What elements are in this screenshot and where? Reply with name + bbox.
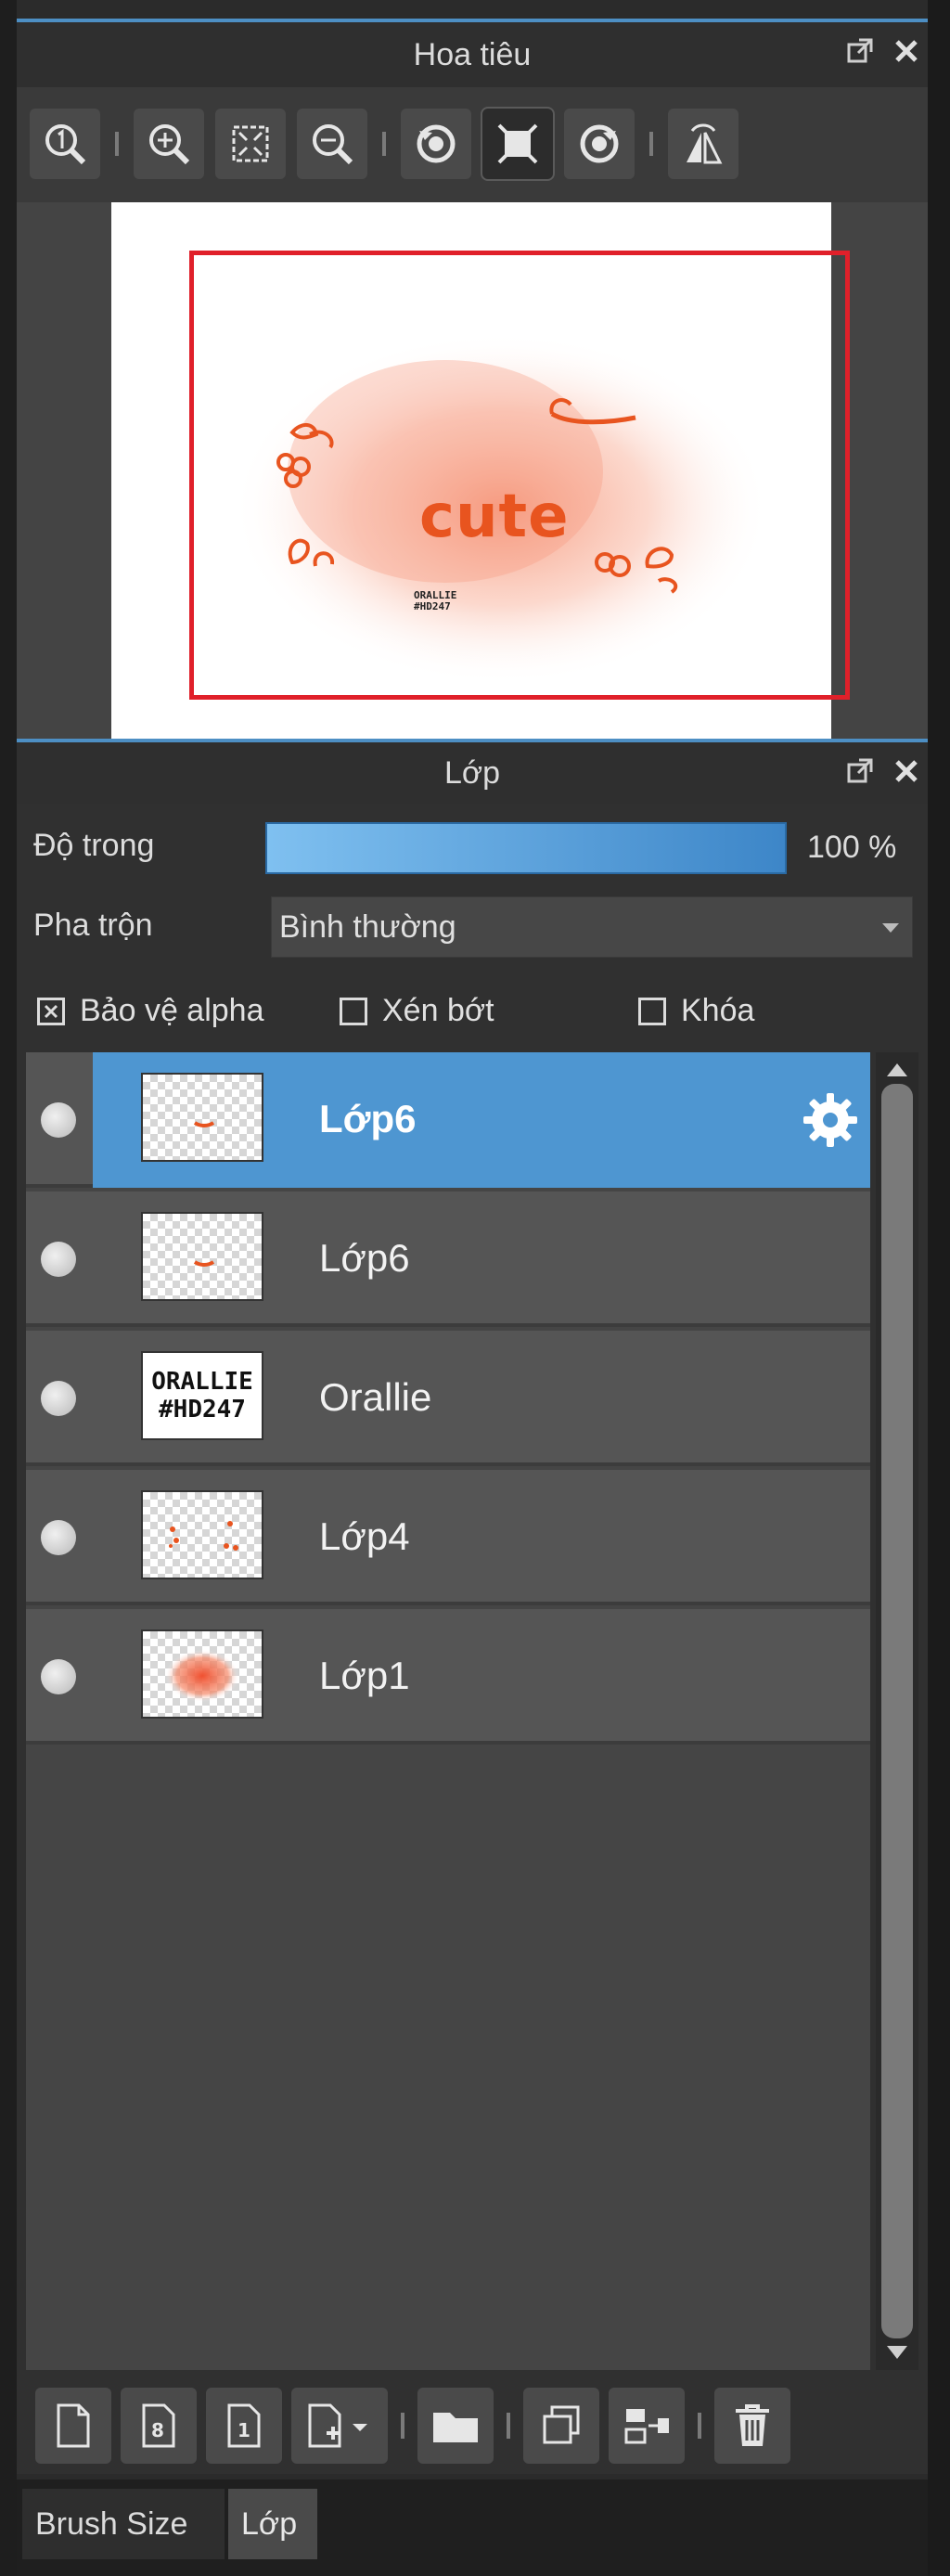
layer-list[interactable]: Lớp6 Lớp6 ORALLIE #HD247 Orallie Lớp4 Lớ… bbox=[26, 1052, 870, 2370]
layer-row[interactable]: Lớp6 bbox=[26, 1191, 870, 1327]
layer-thumbnail bbox=[141, 1073, 263, 1162]
zoom-out-icon[interactable] bbox=[295, 107, 369, 181]
opacity-value: 100 % bbox=[807, 830, 897, 865]
rotate-right-icon[interactable] bbox=[562, 107, 636, 181]
reset-view-icon[interactable] bbox=[481, 107, 555, 181]
layer-header: Lớp bbox=[17, 742, 928, 804]
layer-name: Lớp1 bbox=[319, 1654, 410, 1697]
layer-thumbnail bbox=[141, 1490, 263, 1579]
gear-icon[interactable] bbox=[800, 1089, 861, 1151]
svg-text:8: 8 bbox=[151, 2419, 164, 2441]
checkbox-empty-icon bbox=[340, 997, 367, 1025]
left-dock-edge bbox=[0, 0, 17, 2576]
toolbar-separator bbox=[115, 132, 119, 156]
layer-name: Orallie bbox=[319, 1375, 432, 1419]
navigator-header: Hoa tiêu bbox=[17, 22, 928, 87]
layer-panel-title: Lớp bbox=[443, 754, 501, 791]
blend-label: Pha trộn bbox=[33, 908, 153, 943]
blend-mode-value: Bình thường bbox=[279, 908, 456, 945]
viewport-rectangle[interactable] bbox=[189, 251, 850, 700]
layer-thumbnail bbox=[141, 1212, 263, 1301]
navigator-preview[interactable]: cute ORALLIE #HD247 bbox=[17, 202, 928, 744]
add-layer-menu-icon[interactable] bbox=[291, 2388, 388, 2464]
layer-name: Lớp4 bbox=[319, 1514, 410, 1558]
layer-row[interactable]: ORALLIE #HD247 Orallie bbox=[26, 1331, 870, 1466]
checkbox-checked-icon bbox=[37, 997, 65, 1025]
folder-icon[interactable] bbox=[417, 2388, 494, 2464]
chevron-down-icon bbox=[882, 923, 899, 933]
svg-text:1: 1 bbox=[238, 2419, 250, 2441]
tab-layer[interactable]: Lớp bbox=[228, 2489, 317, 2559]
scroll-down-icon[interactable] bbox=[887, 2346, 907, 2359]
protect-alpha-checkbox[interactable]: Bảo vệ alpha bbox=[37, 993, 264, 1029]
close-icon[interactable] bbox=[891, 755, 922, 787]
lock-label: Khóa bbox=[681, 993, 755, 1028]
opacity-slider[interactable] bbox=[265, 822, 787, 874]
checkbox-empty-icon bbox=[638, 997, 666, 1025]
visibility-toggle-icon[interactable] bbox=[41, 1242, 76, 1277]
visibility-toggle-icon[interactable] bbox=[41, 1520, 76, 1555]
blend-mode-select[interactable]: Bình thường bbox=[271, 896, 913, 958]
detach-icon[interactable] bbox=[844, 755, 876, 787]
panel-tab-bar: Brush Size Lớp bbox=[17, 2479, 928, 2576]
navigator-title: Hoa tiêu bbox=[413, 36, 532, 72]
toolbar-separator bbox=[649, 132, 653, 156]
clipping-checkbox[interactable]: Xén bớt bbox=[340, 993, 494, 1029]
scroll-up-icon[interactable] bbox=[887, 1063, 907, 1076]
new-1bit-layer-icon[interactable]: 1 bbox=[206, 2388, 282, 2464]
visibility-toggle-icon[interactable] bbox=[41, 1102, 76, 1138]
blend-row: Pha trộn Bình thường bbox=[17, 893, 928, 958]
thumbnail-text-line: ORALLIE bbox=[151, 1368, 253, 1396]
toolbar-separator bbox=[401, 2413, 404, 2439]
zoom-in-icon[interactable] bbox=[132, 107, 206, 181]
opacity-row: Độ trong 100 % bbox=[17, 815, 928, 880]
visibility-toggle-icon[interactable] bbox=[41, 1659, 76, 1694]
detach-icon[interactable] bbox=[844, 35, 876, 67]
scroll-thumb[interactable] bbox=[881, 1084, 913, 2338]
layer-toolbar: 8 1 bbox=[26, 2379, 917, 2472]
layer-scrollbar[interactable] bbox=[876, 1052, 918, 2370]
lock-checkbox[interactable]: Khóa bbox=[638, 993, 754, 1029]
toolbar-separator bbox=[698, 2413, 701, 2439]
clipping-label: Xén bớt bbox=[382, 993, 494, 1028]
navigator-panel: Hoa tiêu cute ORALLIE #HD247 bbox=[17, 19, 928, 744]
layer-thumbnail bbox=[141, 1629, 263, 1719]
close-icon[interactable] bbox=[891, 35, 922, 67]
duplicate-layer-icon[interactable] bbox=[523, 2388, 599, 2464]
opacity-label: Độ trong bbox=[33, 828, 155, 863]
navigator-toolbar bbox=[17, 93, 928, 195]
layer-name: Lớp6 bbox=[319, 1097, 417, 1140]
new-layer-icon[interactable] bbox=[35, 2388, 111, 2464]
toolbar-separator bbox=[382, 132, 386, 156]
rotate-left-icon[interactable] bbox=[399, 107, 473, 181]
toolbar-separator bbox=[507, 2413, 510, 2439]
merge-down-icon[interactable] bbox=[609, 2388, 685, 2464]
tab-brush-size[interactable]: Brush Size bbox=[22, 2489, 225, 2559]
protect-alpha-label: Bảo vệ alpha bbox=[80, 993, 264, 1028]
layer-panel: Lớp Độ trong 100 % Pha trộn Bình thường … bbox=[17, 739, 928, 2474]
visibility-toggle-icon[interactable] bbox=[41, 1381, 76, 1416]
thumbnail-text-line: #HD247 bbox=[159, 1396, 246, 1423]
right-dock-edge bbox=[928, 0, 950, 2576]
layer-row[interactable]: Lớp6 bbox=[26, 1052, 870, 1188]
layer-options-row: Bảo vệ alpha Xén bớt Khóa bbox=[17, 984, 928, 1039]
layer-name: Lớp6 bbox=[319, 1236, 410, 1280]
new-8bit-layer-icon[interactable]: 8 bbox=[121, 2388, 197, 2464]
delete-layer-icon[interactable] bbox=[714, 2388, 790, 2464]
flip-horizontal-icon[interactable] bbox=[666, 107, 740, 181]
layer-row[interactable]: Lớp1 bbox=[26, 1609, 870, 1745]
layer-row[interactable]: Lớp4 bbox=[26, 1470, 870, 1605]
fit-screen-icon[interactable] bbox=[213, 107, 288, 181]
zoom-1-icon[interactable] bbox=[28, 107, 102, 181]
layer-thumbnail: ORALLIE #HD247 bbox=[141, 1351, 263, 1440]
